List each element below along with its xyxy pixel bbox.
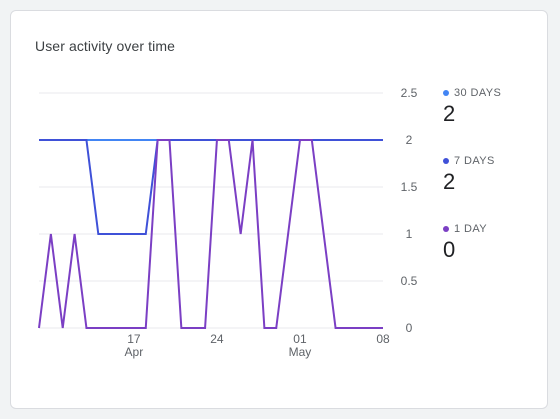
legend-item-1-day[interactable]: 1 DAY 0 [443,223,487,263]
y-tick-label: 0 [406,321,413,335]
x-tick-sublabel: May [289,345,312,359]
legend-value-1-day: 0 [443,237,456,262]
y-tick-label: 2 [406,133,413,147]
x-tick-sublabel: Apr [125,345,144,359]
y-tick-label: 0.5 [401,274,418,288]
legend-value-30-days: 2 [443,101,456,126]
legend-item-30-days[interactable]: 30 DAYS 2 [443,87,501,127]
legend-value-7-days: 2 [443,169,456,194]
legend-label-1-day: 1 DAY [454,223,487,235]
legend-dot-1-day [443,226,449,232]
legend-label-7-days: 7 DAYS [454,155,495,167]
activity-line-chart: 0 0.5 1 1.5 2 2.5 17Apr 24 01May 08 [38,86,418,359]
y-tick-label: 2.5 [401,86,418,100]
x-tick-label: 17 [127,332,141,346]
x-tick-label: 24 [210,332,224,346]
legend-label-30-days: 30 DAYS [454,87,502,99]
y-tick-label: 1 [406,227,413,241]
x-tick-label: 08 [376,332,390,346]
y-tick-label: 1.5 [401,180,418,194]
legend-dot-30-days [443,90,449,96]
user-activity-card: User activity over time 0 0.5 1 1.5 2 2.5 17 A… [10,10,548,409]
x-tick-label: 01 [293,332,307,346]
x-axis-ticks: 17Apr 24 01May 08 [125,332,390,359]
legend-item-7-days[interactable]: 7 DAYS 2 [443,155,495,195]
legend-dot-7-days [443,158,449,164]
y-axis-ticks: 0 0.5 1 1.5 2 2.5 [401,86,418,335]
